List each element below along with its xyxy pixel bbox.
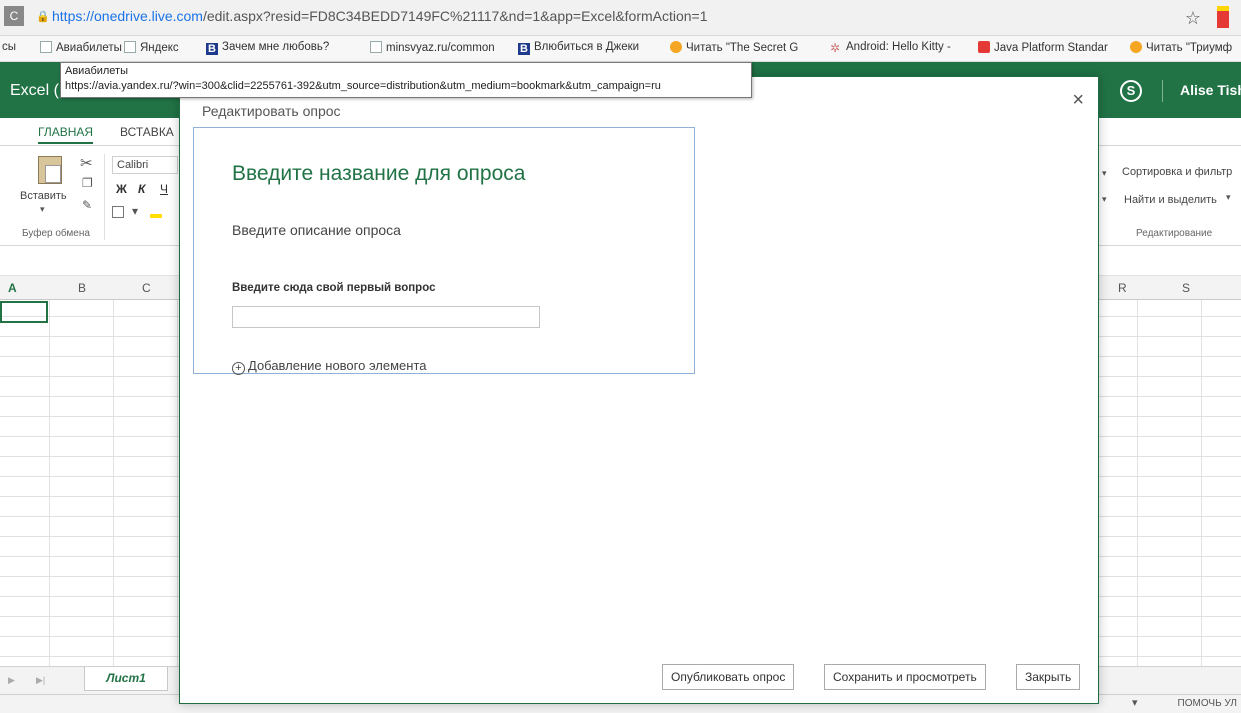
lock-icon: 🔒 bbox=[36, 11, 50, 23]
font-name-box[interactable]: Calibri bbox=[112, 156, 178, 174]
divider bbox=[104, 154, 105, 240]
chevron-down-icon[interactable]: ▾ bbox=[1102, 194, 1107, 205]
bookmark-tooltip: Авиабилеты https://avia.yandex.ru/?win=3… bbox=[60, 62, 752, 98]
bookmark-item[interactable]: Авиабилеты bbox=[40, 41, 122, 54]
column-header[interactable]: A bbox=[8, 281, 17, 295]
b-icon: B bbox=[206, 43, 218, 55]
column-header[interactable]: S bbox=[1182, 281, 1190, 295]
borders-icon[interactable] bbox=[112, 206, 124, 218]
bookmarks-bar: сы Авиабилеты Яндекс B Зачем мне любовь? … bbox=[0, 36, 1241, 62]
chevron-down-icon[interactable]: ▾ bbox=[1102, 168, 1107, 179]
bookmark-label: Читать "The Secret G bbox=[686, 42, 799, 54]
first-question-label[interactable]: Введите сюда свой первый вопрос bbox=[232, 282, 435, 294]
red-icon bbox=[978, 41, 990, 53]
column-header[interactable]: C bbox=[142, 281, 151, 295]
survey-description-field[interactable]: Введите описание опроса bbox=[232, 222, 401, 238]
editing-group-label: Редактирование bbox=[1136, 228, 1213, 239]
bookmark-item[interactable]: Яндекс bbox=[124, 41, 179, 54]
bookmark-item[interactable]: B Влюбиться в Джеки bbox=[518, 41, 639, 55]
publish-survey-button[interactable]: Опубликовать опрос bbox=[662, 664, 795, 690]
italic-button[interactable]: К bbox=[138, 182, 145, 196]
chevron-down-icon[interactable]: ▾ bbox=[1132, 696, 1138, 709]
android-icon: ✲ bbox=[830, 41, 841, 55]
tooltip-title: Авиабилеты bbox=[65, 65, 129, 77]
page-icon bbox=[124, 41, 136, 53]
header-divider bbox=[1162, 80, 1163, 102]
close-button[interactable]: Закрыть bbox=[1016, 664, 1081, 690]
sort-filter-button[interactable]: Сортировка и фильтр bbox=[1122, 166, 1232, 178]
bold-button[interactable]: Ж bbox=[116, 182, 127, 196]
first-question-input[interactable] bbox=[232, 306, 540, 328]
bookmark-label: Java Platform Standar bbox=[994, 42, 1108, 54]
add-element-label: Добавление нового элемента bbox=[248, 358, 427, 373]
chevron-down-icon[interactable]: ▾ bbox=[40, 204, 45, 215]
sheet-nav-last-icon[interactable]: ▶| bbox=[36, 675, 45, 686]
find-select-button[interactable]: Найти и выделить bbox=[1124, 194, 1217, 206]
chevron-down-icon[interactable]: ▾ bbox=[132, 204, 138, 218]
sheet-tab[interactable]: Лист1 bbox=[84, 667, 168, 691]
bookmark-label: Авиабилеты bbox=[56, 42, 122, 54]
url-path: /edit.aspx?resid=FD8C34BEDD7149FC%21117&… bbox=[202, 8, 708, 24]
bookmark-item[interactable]: B Зачем мне любовь? bbox=[206, 41, 329, 55]
sheet-nav-first-icon[interactable]: ▶ bbox=[8, 675, 15, 686]
survey-form: Введите название для опроса Введите опис… bbox=[193, 127, 695, 375]
bookmark-item[interactable]: ✲ Android: Hello Kitty - bbox=[830, 41, 951, 54]
help-improve-link[interactable]: ПОМОЧЬ УЛ bbox=[1178, 698, 1237, 709]
url-host: https://onedrive.live.com bbox=[52, 8, 203, 24]
bookmark-item[interactable]: Java Platform Standar bbox=[978, 41, 1108, 54]
bookmark-label: Яндекс bbox=[140, 42, 179, 54]
cut-icon[interactable]: ✂ bbox=[80, 154, 93, 172]
selected-cell[interactable] bbox=[0, 301, 48, 323]
reload-icon[interactable]: C bbox=[4, 6, 24, 26]
edit-survey-dialog: Редактировать опрос × Введите название д… bbox=[179, 76, 1099, 704]
dialog-title: Редактировать опрос bbox=[202, 103, 341, 119]
bookmark-label: Зачем мне любовь? bbox=[222, 41, 330, 53]
tab-insert[interactable]: ВСТАВКА bbox=[120, 125, 174, 139]
app-brand[interactable]: Excel ( bbox=[10, 82, 59, 100]
column-header[interactable]: B bbox=[78, 281, 86, 295]
circle-icon bbox=[670, 41, 682, 53]
underline-button[interactable]: Ч bbox=[160, 182, 168, 196]
tooltip-url: https://avia.yandex.ru/?win=300&clid=225… bbox=[65, 80, 661, 92]
format-painter-icon[interactable]: ✎ bbox=[82, 198, 92, 212]
save-and-view-button[interactable]: Сохранить и просмотреть bbox=[824, 664, 986, 690]
bookmark-label: Читать "Триумф bbox=[1146, 42, 1233, 54]
close-icon[interactable]: × bbox=[1072, 89, 1084, 112]
bookmark-item[interactable]: minsvyaz.ru/common bbox=[370, 41, 495, 54]
chevron-down-icon[interactable]: ▾ bbox=[1226, 192, 1231, 203]
plus-circle-icon: + bbox=[232, 362, 245, 375]
page-icon bbox=[40, 41, 52, 53]
circle-icon bbox=[1130, 41, 1142, 53]
fill-color-icon[interactable] bbox=[150, 204, 162, 218]
tab-home[interactable]: ГЛАВНАЯ bbox=[38, 125, 94, 144]
bookmark-label: minsvyaz.ru/common bbox=[386, 42, 495, 54]
bookmark-item[interactable]: сы bbox=[2, 41, 16, 53]
bookmark-label: Android: Hello Kitty - bbox=[846, 41, 951, 53]
paste-button-label[interactable]: Вставить bbox=[20, 190, 67, 202]
clipboard-group-label: Буфер обмена bbox=[22, 228, 90, 239]
extension-icon[interactable] bbox=[1217, 6, 1229, 28]
bookmark-item[interactable]: Читать "Триумф bbox=[1130, 41, 1232, 54]
column-header[interactable]: R bbox=[1118, 281, 1127, 295]
bookmark-item[interactable]: Читать "The Secret G bbox=[670, 41, 798, 54]
bookmark-label: сы bbox=[2, 41, 17, 53]
page-icon bbox=[370, 41, 382, 53]
b-icon: B bbox=[518, 43, 530, 55]
bookmark-star-icon[interactable]: ☆ bbox=[1185, 8, 1201, 29]
skype-icon[interactable]: S bbox=[1120, 80, 1142, 102]
survey-title-field[interactable]: Введите название для опроса bbox=[232, 162, 525, 186]
url-field[interactable]: https://onedrive.live.com/edit.aspx?resi… bbox=[52, 8, 708, 24]
paste-icon[interactable] bbox=[38, 156, 62, 184]
copy-icon[interactable]: ❐ bbox=[82, 176, 93, 190]
add-element-button[interactable]: + Добавление нового элемента bbox=[232, 358, 427, 375]
user-name[interactable]: Alise Tishi bbox=[1180, 82, 1241, 98]
browser-address-bar: C 🔒 https://onedrive.live.com/edit.aspx?… bbox=[0, 0, 1241, 36]
bookmark-label: Влюбиться в Джеки bbox=[534, 41, 640, 53]
